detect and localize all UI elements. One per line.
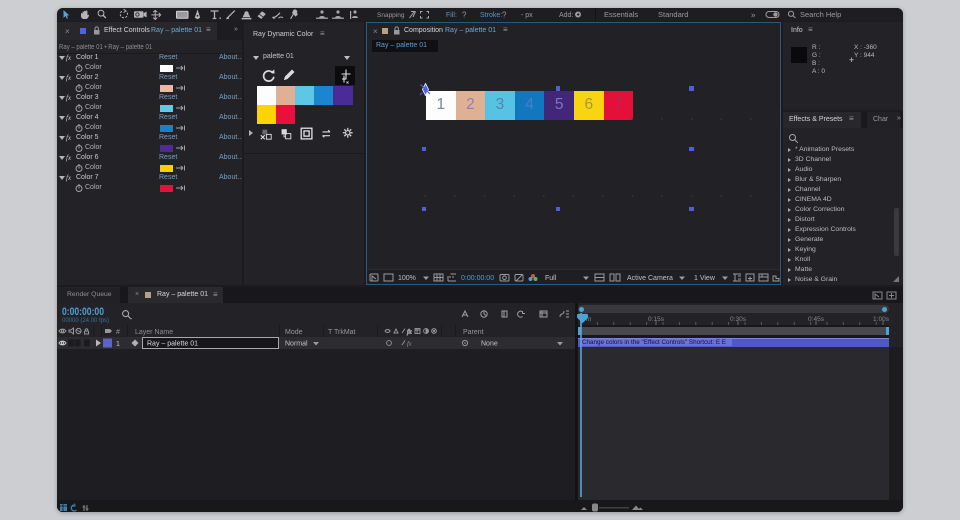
svg-text:Mode: Mode	[285, 329, 303, 336]
svg-text:- px: - px	[521, 12, 533, 19]
svg-text:Stroke:: Stroke:	[480, 12, 502, 19]
svg-text:Layer Name: Layer Name	[135, 329, 173, 336]
svg-text:T TrkMat: T TrkMat	[328, 329, 356, 336]
svg-text:Add:: Add:	[559, 12, 573, 19]
svg-text:?: ?	[462, 11, 467, 20]
svg-text:»: »	[751, 11, 756, 20]
svg-text:Snapping: Snapping	[377, 12, 405, 19]
svg-text:?: ?	[502, 11, 507, 20]
svg-text:1 View: 1 View	[694, 275, 716, 282]
svg-text:None: None	[481, 341, 498, 348]
svg-text:Active Camera: Active Camera	[627, 275, 673, 282]
svg-text:#: #	[116, 329, 120, 336]
svg-text:Search Help: Search Help	[800, 10, 841, 19]
svg-text:Essentials: Essentials	[604, 10, 638, 19]
svg-text:fx: fx	[407, 329, 412, 336]
svg-text:Parent: Parent	[463, 329, 484, 336]
svg-text:fx: fx	[407, 341, 412, 348]
svg-text:1:00s: 1:00s	[873, 316, 889, 323]
svg-text:1: 1	[116, 341, 120, 348]
svg-text:Standard: Standard	[658, 10, 688, 19]
svg-text:0:00:00:00: 0:00:00:00	[461, 275, 494, 282]
svg-text:Ray – palette 01: Ray – palette 01	[147, 341, 198, 348]
svg-text:100%: 100%	[398, 275, 416, 282]
svg-text:Normal: Normal	[285, 341, 308, 348]
svg-text:Full: Full	[545, 275, 557, 282]
svg-text:Fill:: Fill:	[446, 12, 457, 19]
